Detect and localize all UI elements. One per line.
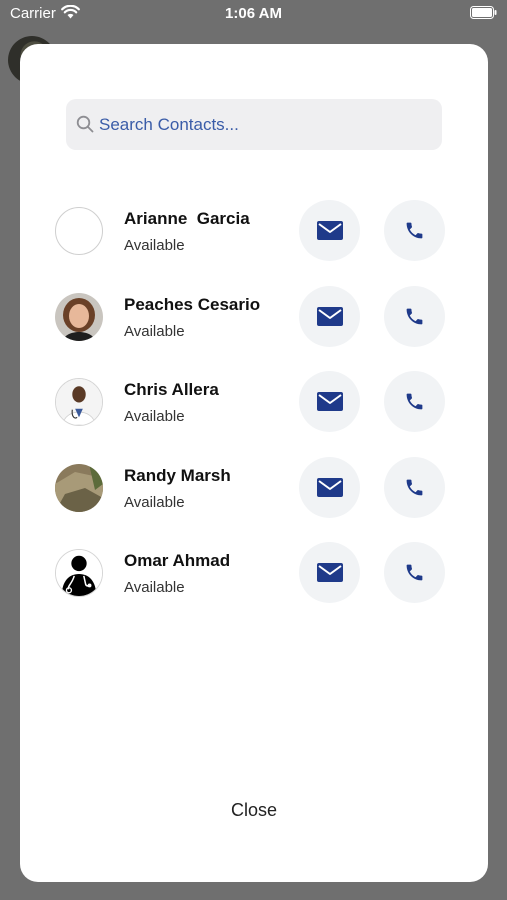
envelope-icon xyxy=(316,477,343,497)
contact-status: Available xyxy=(124,579,185,596)
search-placeholder: Search Contacts... xyxy=(99,115,239,134)
message-button[interactable] xyxy=(299,371,360,432)
contact-row[interactable]: Randy Marsh Available xyxy=(20,456,488,542)
envelope-icon xyxy=(316,392,343,411)
woman-photo xyxy=(55,292,103,341)
phone-icon xyxy=(406,479,423,495)
doctor-photo xyxy=(56,379,102,425)
message-button[interactable] xyxy=(299,456,360,518)
contact-status: Available xyxy=(124,408,185,425)
search-input[interactable]: Search Contacts... xyxy=(66,99,442,150)
avatar xyxy=(55,378,103,426)
contact-name: Randy Marsh xyxy=(124,465,231,485)
contact-name: Omar Ahmad xyxy=(124,551,231,570)
phone-icon xyxy=(406,564,423,581)
contact-row[interactable]: Peaches Cesario Available xyxy=(20,285,488,371)
contact-status: Available xyxy=(124,322,185,340)
landscape-photo xyxy=(55,463,103,512)
phone-icon xyxy=(406,393,423,410)
phone-icon xyxy=(406,222,423,239)
message-button[interactable] xyxy=(299,200,360,261)
contact-name: Arianne Garcia xyxy=(124,209,250,228)
contact-row[interactable]: Arianne Garcia Available xyxy=(20,199,488,285)
contact-list: Arianne Garcia Available Peaches Cesario… xyxy=(20,199,488,627)
contact-name: Peaches Cesario xyxy=(124,294,261,314)
battery-icon xyxy=(470,6,497,19)
contact-name: Chris Allera xyxy=(124,380,219,399)
call-button[interactable] xyxy=(384,371,445,432)
avatar xyxy=(55,292,103,341)
status-bar: Carrier 1:06 AM xyxy=(0,0,507,28)
doctor-silhouette-icon xyxy=(56,550,102,596)
call-button[interactable] xyxy=(384,285,445,347)
avatar xyxy=(55,463,103,512)
close-button[interactable]: Close xyxy=(20,800,488,821)
envelope-icon xyxy=(316,563,343,582)
search-icon xyxy=(76,115,94,133)
phone-icon xyxy=(406,308,423,324)
call-button[interactable] xyxy=(384,542,445,603)
call-button[interactable] xyxy=(384,456,445,518)
avatar xyxy=(55,549,103,597)
contact-status: Available xyxy=(124,493,185,511)
contact-row[interactable]: Omar Ahmad Available xyxy=(20,541,488,627)
envelope-icon xyxy=(316,306,343,326)
contacts-modal: Search Contacts... Arianne Garcia Availa… xyxy=(20,44,488,882)
call-button[interactable] xyxy=(384,200,445,261)
clock-time: 1:06 AM xyxy=(225,5,282,22)
message-button[interactable] xyxy=(299,542,360,603)
avatar xyxy=(55,207,103,255)
contact-status: Available xyxy=(124,237,185,254)
message-button[interactable] xyxy=(299,285,360,347)
envelope-icon xyxy=(316,221,343,240)
contact-row[interactable]: Chris Allera Available xyxy=(20,370,488,456)
